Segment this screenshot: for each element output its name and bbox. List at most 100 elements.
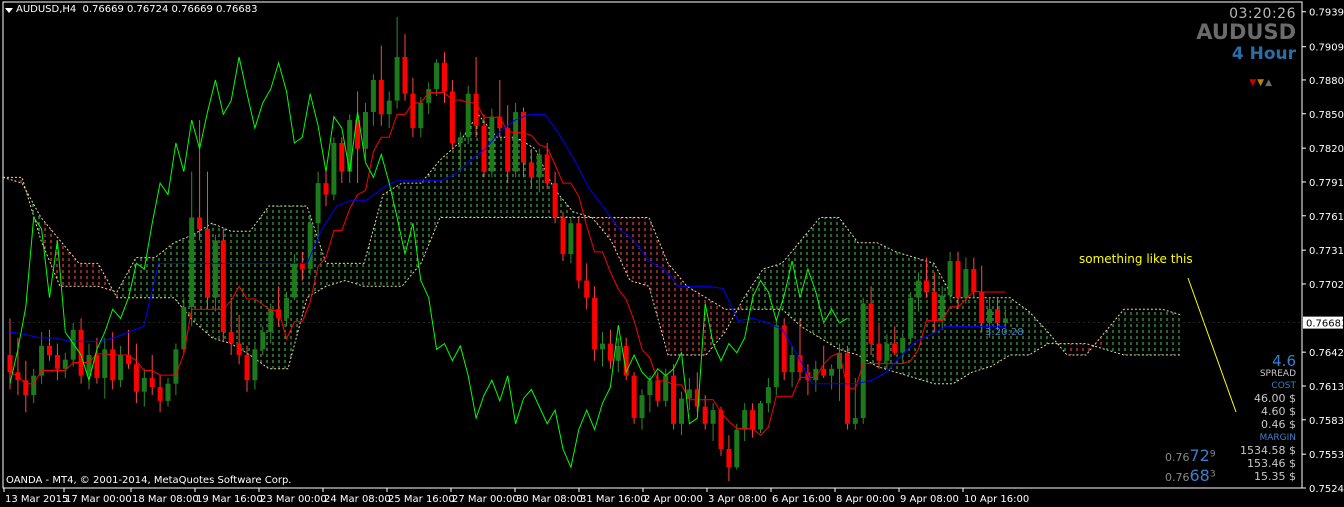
cloud-segment	[763, 263, 782, 310]
candle-body	[141, 377, 147, 392]
cloud-segment	[687, 286, 706, 356]
spread-label: SPREAD	[1259, 369, 1296, 379]
y-tick-label: 0.79395	[1309, 8, 1344, 19]
candle-body	[489, 116, 495, 172]
candle-body	[284, 297, 289, 319]
candle-body	[497, 116, 503, 129]
x-tick-label: 27 Mar 00:00	[452, 494, 519, 505]
marker-triangle-red-icon: ▼	[1249, 78, 1258, 88]
ask-prefix: 0.76	[1165, 471, 1190, 484]
y-tick-label: 0.76425	[1309, 348, 1344, 359]
cloud-segment	[421, 160, 440, 264]
candle-body	[402, 57, 408, 94]
candle-body	[442, 62, 447, 92]
candle-body	[189, 217, 195, 307]
cost-value-3: 0.46 $	[1261, 418, 1296, 431]
x-tick-label: 3 Apr 08:00	[708, 494, 767, 505]
y-tick-label: 0.75240	[1309, 484, 1344, 495]
y-tick-label: 0.77910	[1309, 178, 1344, 189]
cloud-segment	[364, 194, 383, 287]
candle-body	[505, 128, 511, 172]
candle-body	[726, 449, 732, 468]
candle-body	[971, 269, 977, 292]
y-tick-label: 0.75835	[1309, 416, 1344, 427]
cloud-segment	[953, 297, 972, 384]
y-tick-label: 0.79090	[1309, 43, 1344, 54]
x-tick-label: 10 Apr 16:00	[964, 494, 1029, 505]
candle-body	[528, 162, 534, 178]
cloud-segment	[231, 231, 250, 356]
candle-body	[947, 261, 953, 296]
cloud-segment	[79, 263, 98, 287]
candle-body	[615, 345, 621, 361]
ask-pipette: 3	[1209, 469, 1216, 480]
candle-body	[671, 375, 677, 424]
candle-body	[900, 337, 906, 353]
candle-body	[765, 387, 771, 404]
x-tick-label: 13 Mar 2015	[5, 494, 68, 505]
cloud-segment	[1067, 343, 1086, 356]
margin-label: MARGIN	[1259, 433, 1296, 443]
annotation-text: something like this	[1079, 252, 1193, 266]
candle-body	[299, 263, 305, 270]
cloud-segment	[1105, 309, 1124, 356]
candle-body	[465, 93, 471, 138]
candle-body	[758, 403, 763, 430]
cloud-segment	[782, 240, 801, 327]
signal-markers: ▼▼▲	[1249, 78, 1273, 88]
candle-body	[987, 309, 993, 323]
candle-body	[252, 349, 258, 381]
candle-body	[268, 309, 274, 333]
candle-body	[963, 269, 969, 298]
candle-body	[449, 91, 455, 143]
candle-body	[995, 309, 1000, 323]
candle-body	[291, 263, 297, 298]
candle-body	[94, 355, 100, 378]
x-tick-label: 6 Apr 16:00	[772, 494, 831, 505]
x-tick-label: 24 Mar 08:00	[324, 494, 391, 505]
broker-credit: OANDA - MT4, © 2001-2014, MetaQuotes Sof…	[6, 475, 292, 486]
cloud-segment	[155, 242, 174, 298]
x-tick-label: 2 Apr 00:00	[644, 494, 703, 505]
candle-body	[734, 429, 740, 468]
candle-body	[260, 332, 266, 350]
cloud-segment	[1162, 309, 1181, 356]
margin-value-2: 153.46 $	[1247, 457, 1296, 470]
timeframe-watermark: 4 Hour	[1231, 44, 1296, 64]
candle-body	[197, 217, 203, 229]
candle-body	[118, 355, 124, 381]
y-tick-label: 0.78205	[1309, 144, 1344, 155]
candle-body	[742, 410, 748, 430]
cost-value-1: 46.00 $	[1254, 392, 1296, 405]
y-tick-label: 0.78505	[1309, 110, 1344, 121]
candle-body	[860, 303, 866, 419]
spread-value: 4.6	[1272, 352, 1296, 370]
candle-body	[363, 112, 368, 149]
current-price-label: 0.76683	[1306, 319, 1344, 330]
chart-menu-icon[interactable]	[5, 8, 13, 13]
symbol-timeframe: AUDUSD,H4	[16, 4, 77, 15]
candle-body	[955, 261, 961, 298]
cloud-segment	[1143, 309, 1162, 356]
y-tick-label: 0.78800	[1309, 76, 1344, 87]
bid-price: 0.76729	[1165, 446, 1216, 465]
candle-body	[655, 380, 661, 401]
candle-body	[536, 154, 542, 178]
candle-body	[165, 383, 171, 401]
cloud-segment	[345, 263, 364, 287]
candle-body	[679, 398, 684, 424]
x-tick-label: 18 Mar 08:00	[132, 494, 199, 505]
candle-body	[133, 364, 139, 392]
bid-pipette: 9	[1209, 449, 1216, 460]
y-tick-label: 0.75535	[1309, 450, 1344, 461]
candle-body	[394, 57, 400, 101]
candle-body	[773, 325, 779, 388]
x-tick-label: 23 Mar 00:00	[260, 494, 327, 505]
candle-body	[110, 349, 116, 381]
candle-body	[370, 79, 376, 113]
candle-body	[418, 102, 424, 129]
candle-body	[434, 62, 440, 90]
cost-label: COST	[1271, 381, 1296, 391]
candle-body	[149, 377, 155, 388]
ohlc-values: 0.76669 0.76724 0.76669 0.76683	[82, 4, 258, 15]
